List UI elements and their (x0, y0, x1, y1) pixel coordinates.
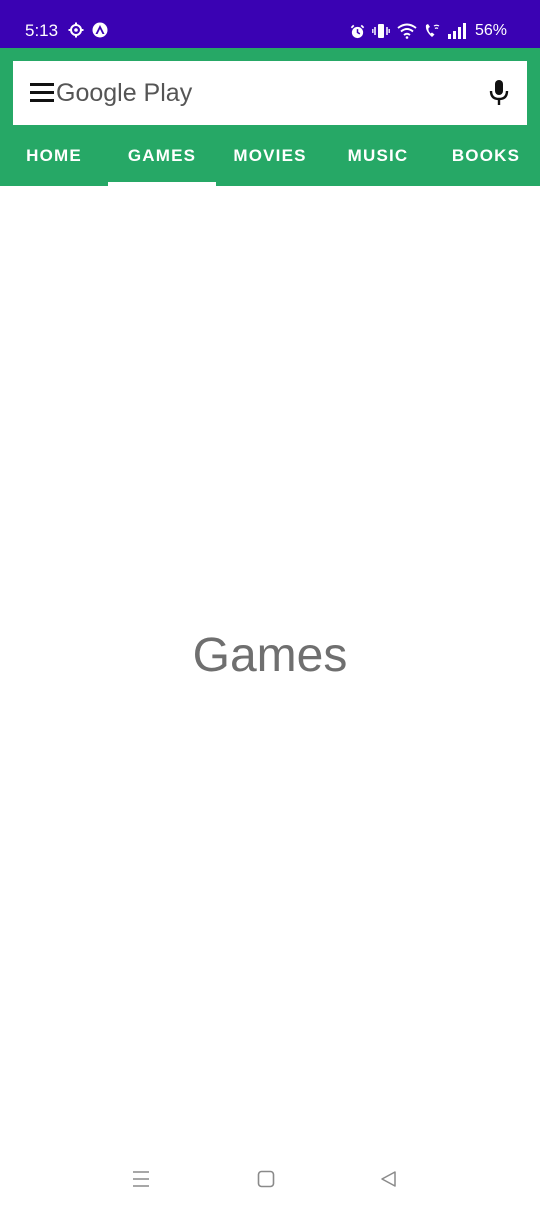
vibrate-icon (372, 24, 390, 38)
tab-games[interactable]: GAMES (108, 128, 216, 186)
alarm-icon (350, 24, 365, 38)
settings-gear-icon (68, 22, 84, 38)
tab-music[interactable]: MUSIC (324, 128, 432, 186)
tab-books[interactable]: BOOKS (432, 128, 540, 186)
search-input[interactable]: Google Play (56, 76, 192, 110)
status-time: 5:13 (25, 21, 59, 40)
home-icon[interactable] (255, 1168, 277, 1190)
signal-icon (447, 23, 466, 39)
app-bar: Google Play HOME GAMES MOVIES MUSIC BOOK… (0, 48, 540, 186)
selected-tab-indicator (108, 182, 216, 186)
microphone-icon[interactable] (487, 79, 511, 107)
system-nav-bar (0, 1150, 540, 1206)
hamburger-menu-icon[interactable] (30, 83, 54, 103)
battery-percent: 56% (474, 22, 507, 39)
tab-movies[interactable]: MOVIES (216, 128, 324, 186)
search-bar[interactable]: Google Play (13, 61, 527, 125)
back-icon[interactable] (378, 1168, 400, 1190)
wifi-calling-icon (425, 24, 440, 37)
status-bar: 5:13 56% (0, 0, 540, 48)
tab-bar: HOME GAMES MOVIES MUSIC BOOKS (0, 128, 540, 186)
app-notification-icon (92, 22, 108, 38)
recent-apps-icon[interactable] (130, 1168, 152, 1190)
page-title: Games (192, 629, 348, 682)
wifi-icon (397, 23, 417, 39)
tab-home[interactable]: HOME (0, 128, 108, 186)
